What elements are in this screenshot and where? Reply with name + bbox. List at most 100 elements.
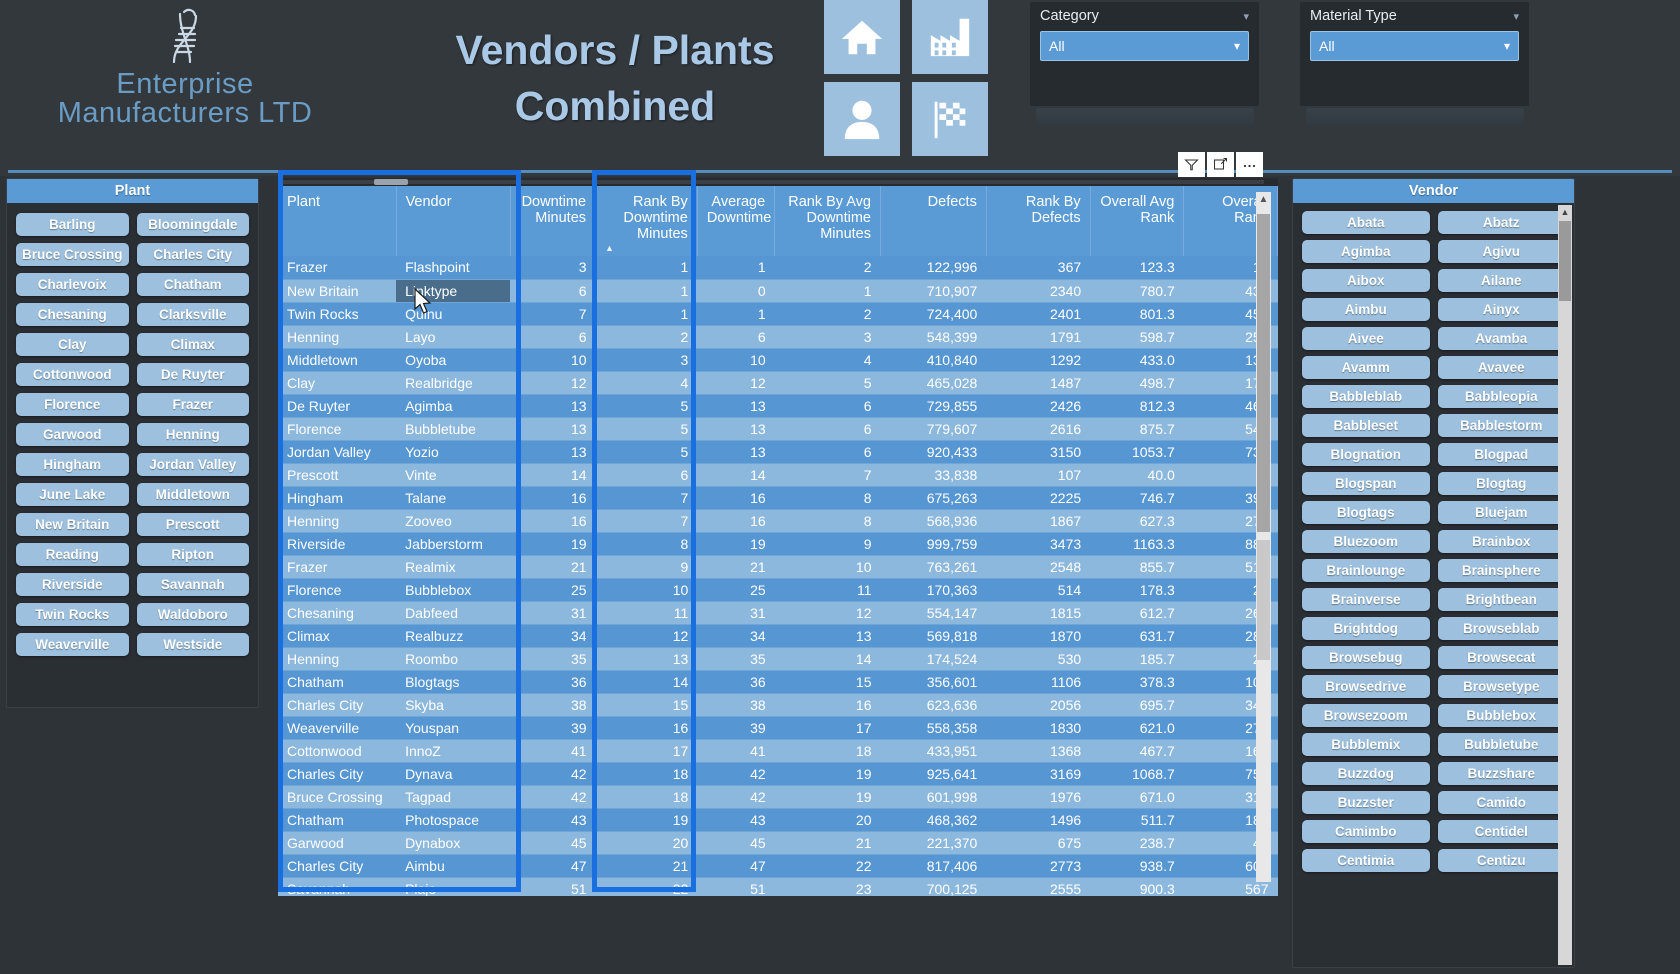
vendor-chip[interactable]: Avamm <box>1302 356 1430 379</box>
vendor-chip[interactable]: Bubblemix <box>1302 733 1430 756</box>
hscroll-track[interactable] <box>280 180 1264 184</box>
plant-chip[interactable]: Westside <box>136 633 249 656</box>
vendor-chip[interactable]: Avamba <box>1437 327 1565 350</box>
home-icon[interactable] <box>824 0 900 74</box>
plant-chip[interactable]: Bloomingdale <box>136 213 249 236</box>
table-row[interactable]: Charles City Aimbu 47 21 47 22 817,406 2773 938.… <box>278 854 1278 878</box>
table-row[interactable]: GarwoodDynabox45204521221,370675238.742 <box>278 831 1278 855</box>
factory-icon[interactable] <box>912 0 988 74</box>
vendor-chip[interactable]: Blogtag <box>1437 472 1565 495</box>
table-row[interactable]: ClayRealbridge124125465,0281487498.7175 <box>278 371 1278 395</box>
vendor-chip[interactable]: Ailane <box>1437 269 1565 292</box>
table-row[interactable]: FrazerFlashpoint3112122,996367123.310 <box>278 256 1278 280</box>
plant-chip[interactable]: Cottonwood <box>16 363 129 386</box>
table-row[interactable]: HinghamTalane167168675,2632225746.7392 <box>278 486 1278 510</box>
vscroll-thumb[interactable] <box>1257 214 1270 532</box>
vendor-chip[interactable]: Brainsphere <box>1437 559 1565 582</box>
plant-chip[interactable]: Middletown <box>136 483 249 506</box>
plant-chip[interactable]: De Ruyter <box>136 363 249 386</box>
vendor-chip[interactable]: Brainbox <box>1437 530 1565 553</box>
vendor-chip[interactable]: Browsezoom <box>1302 704 1430 727</box>
vendor-chip[interactable]: Abatz <box>1437 211 1565 234</box>
category-dropdown[interactable]: All ▾ <box>1040 31 1249 61</box>
vendor-chip[interactable]: Bluezoom <box>1302 530 1430 553</box>
plant-chip[interactable]: Reading <box>16 543 129 566</box>
vendor-chip[interactable]: Brainlounge <box>1302 559 1430 582</box>
plant-chip[interactable]: Charlevoix <box>16 273 129 296</box>
vendor-chip[interactable]: Centimia <box>1302 849 1430 872</box>
vendor-chip[interactable]: Blognation <box>1302 443 1430 466</box>
vendor-chip[interactable]: Browsedrive <box>1302 675 1430 698</box>
vendor-chip[interactable]: Babblestorm <box>1437 414 1565 437</box>
plant-chip[interactable]: Hingham <box>16 453 129 476</box>
vendor-chip[interactable]: Brightdog <box>1302 617 1430 640</box>
table-row[interactable]: HenningZooveo167168568,9361867627.3277 <box>278 509 1278 533</box>
vendor-chip[interactable]: Centizu <box>1437 849 1565 872</box>
vscroll-thumb-secondary[interactable] <box>1257 540 1270 660</box>
table-row[interactable]: ChathamBlogtags36143615356,6011106378.31… <box>278 670 1278 694</box>
column-header[interactable]: Downtime Minutes <box>510 186 597 256</box>
table-row[interactable]: Jordan Valley Yozio 13 5 13 6 920,433 3150 1053.… <box>278 440 1278 464</box>
material-type-slicer[interactable]: Material Type ▾ All ▾ <box>1300 2 1529 106</box>
table-row[interactable]: Chesaning Dabfeed 31 11 31 12 554,147 1815 612.7… <box>278 601 1278 625</box>
matrix-visual[interactable]: Plant Vendor Downtime Minutes Rank By Downt… <box>278 178 1278 896</box>
column-header[interactable]: Rank By Downtime Minutes ▲ <box>595 186 698 256</box>
chevron-down-icon[interactable]: ▾ <box>1243 10 1249 23</box>
column-header[interactable]: Vendor <box>396 186 511 256</box>
table-row[interactable]: Charles City Dynava 42 18 42 19 925,641 3169 106… <box>278 762 1278 786</box>
vendor-chip[interactable]: Babbleset <box>1302 414 1430 437</box>
plant-chip[interactable]: Garwood <box>16 423 129 446</box>
column-header[interactable]: Plant <box>278 186 397 256</box>
chevron-down-icon[interactable]: ▾ <box>1513 10 1519 23</box>
vendor-chip[interactable]: Aibox <box>1302 269 1430 292</box>
table-vertical-scrollbar[interactable]: ▲ <box>1256 192 1271 882</box>
horizontal-scrollbar[interactable] <box>278 178 1278 186</box>
vendor-chip[interactable]: Browsecat <box>1437 646 1565 669</box>
table-row[interactable]: Chatham Photospace 43 19 43 20 468,362 1496 511.… <box>278 808 1278 832</box>
focus-mode-icon[interactable] <box>1207 152 1234 177</box>
plant-chip[interactable]: Clarksville <box>136 303 249 326</box>
table-row[interactable]: PrescottVinte14614733,83810740.02 <box>278 463 1278 487</box>
vendor-scroll-thumb[interactable] <box>1559 221 1571 301</box>
vendor-chip[interactable]: Browseblab <box>1437 617 1565 640</box>
vendor-chip[interactable]: Bubbletube <box>1437 733 1565 756</box>
column-header[interactable]: Average Downtime <box>697 186 776 256</box>
plant-chip[interactable]: Ripton <box>136 543 249 566</box>
vendor-chip[interactable]: Browsebug <box>1302 646 1430 669</box>
column-header[interactable]: Overall Avg Rank <box>1090 186 1185 256</box>
table-row[interactable]: CottonwoodInnoZ41174118433,9511368467.71… <box>278 739 1278 763</box>
plant-chip[interactable]: Charles City <box>136 243 249 266</box>
vendor-chip[interactable]: Ainyx <box>1437 298 1565 321</box>
vendor-chip[interactable]: Buzzster <box>1302 791 1430 814</box>
plant-chip[interactable]: Climax <box>136 333 249 356</box>
plant-chip[interactable]: Chatham <box>136 273 249 296</box>
plant-chip[interactable]: Twin Rocks <box>16 603 129 626</box>
table-row[interactable]: Riverside Jabberstorm 19 8 19 9 999,759 3473 116… <box>278 532 1278 556</box>
column-header[interactable]: Defects <box>880 186 987 256</box>
vendor-scrollbar[interactable]: ▲ <box>1558 205 1572 965</box>
vendor-chip[interactable]: Agimba <box>1302 240 1430 263</box>
plant-chip[interactable]: Waldoboro <box>136 603 249 626</box>
vendor-chip[interactable]: Avavee <box>1437 356 1565 379</box>
vendor-chip[interactable]: Bluejam <box>1437 501 1565 524</box>
category-slicer[interactable]: Category ▾ All ▾ <box>1030 2 1259 106</box>
more-options-icon[interactable] <box>1236 152 1263 177</box>
table-row[interactable]: Florence Bubbletube 13 5 13 6 779,607 2616 875.7… <box>278 417 1278 441</box>
vendor-chip[interactable]: Blogpad <box>1437 443 1565 466</box>
person-icon[interactable] <box>824 82 900 156</box>
vendor-chip[interactable]: Babbleblab <box>1302 385 1430 408</box>
plant-chip[interactable]: Savannah <box>136 573 249 596</box>
table-row[interactable]: Charles City Skyba 38 15 38 16 623,636 2056 695.… <box>278 693 1278 717</box>
vendor-chip[interactable]: Abata <box>1302 211 1430 234</box>
table-row[interactable]: Savannah Plajo 51 22 51 23 700,125 2555 900.3 567 <box>278 877 1278 896</box>
vendor-chip[interactable]: Babbleopia <box>1437 385 1565 408</box>
plant-chip[interactable]: Florence <box>16 393 129 416</box>
plant-chip[interactable]: June Lake <box>16 483 129 506</box>
plant-chip[interactable]: Bruce Crossing <box>16 243 129 266</box>
table-row[interactable]: HenningRoombo35133514174,524530185.725 <box>278 647 1278 671</box>
plant-chip[interactable]: Chesaning <box>16 303 129 326</box>
checkered-flag-icon[interactable] <box>912 82 988 156</box>
vendor-chip[interactable]: Brightbean <box>1437 588 1565 611</box>
vendor-chip[interactable]: Aivee <box>1302 327 1430 350</box>
plant-chip[interactable]: Weaverville <box>16 633 129 656</box>
